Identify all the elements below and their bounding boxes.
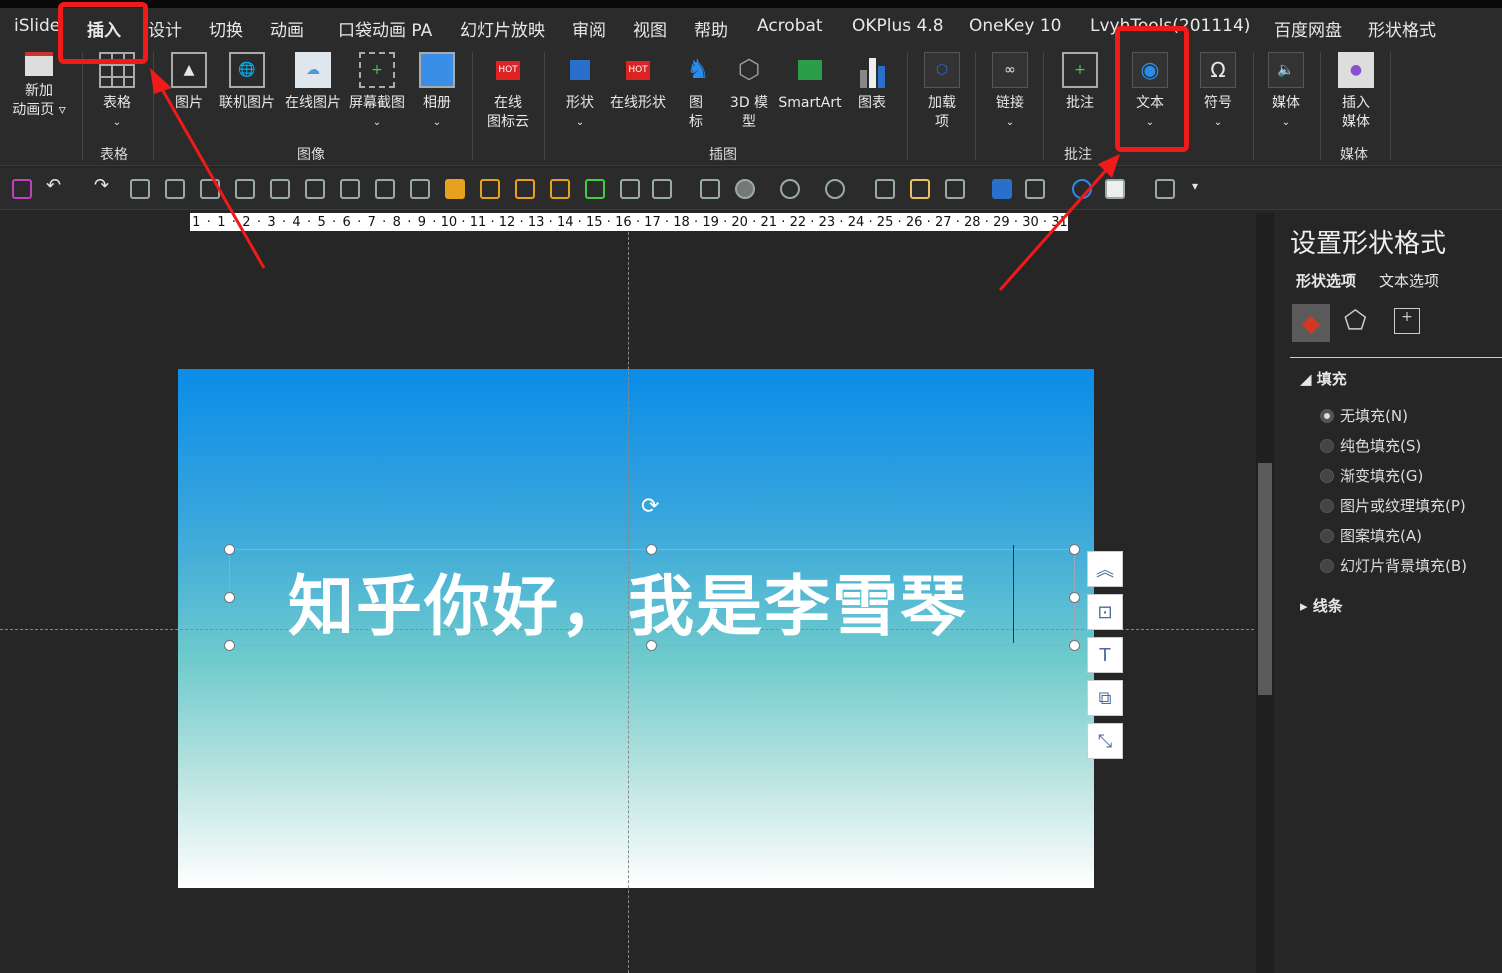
arrowhead	[150, 68, 172, 94]
annotation-arrow	[998, 167, 1110, 291]
annotation-arrows	[150, 68, 1120, 291]
annotation-arrow	[156, 81, 266, 269]
